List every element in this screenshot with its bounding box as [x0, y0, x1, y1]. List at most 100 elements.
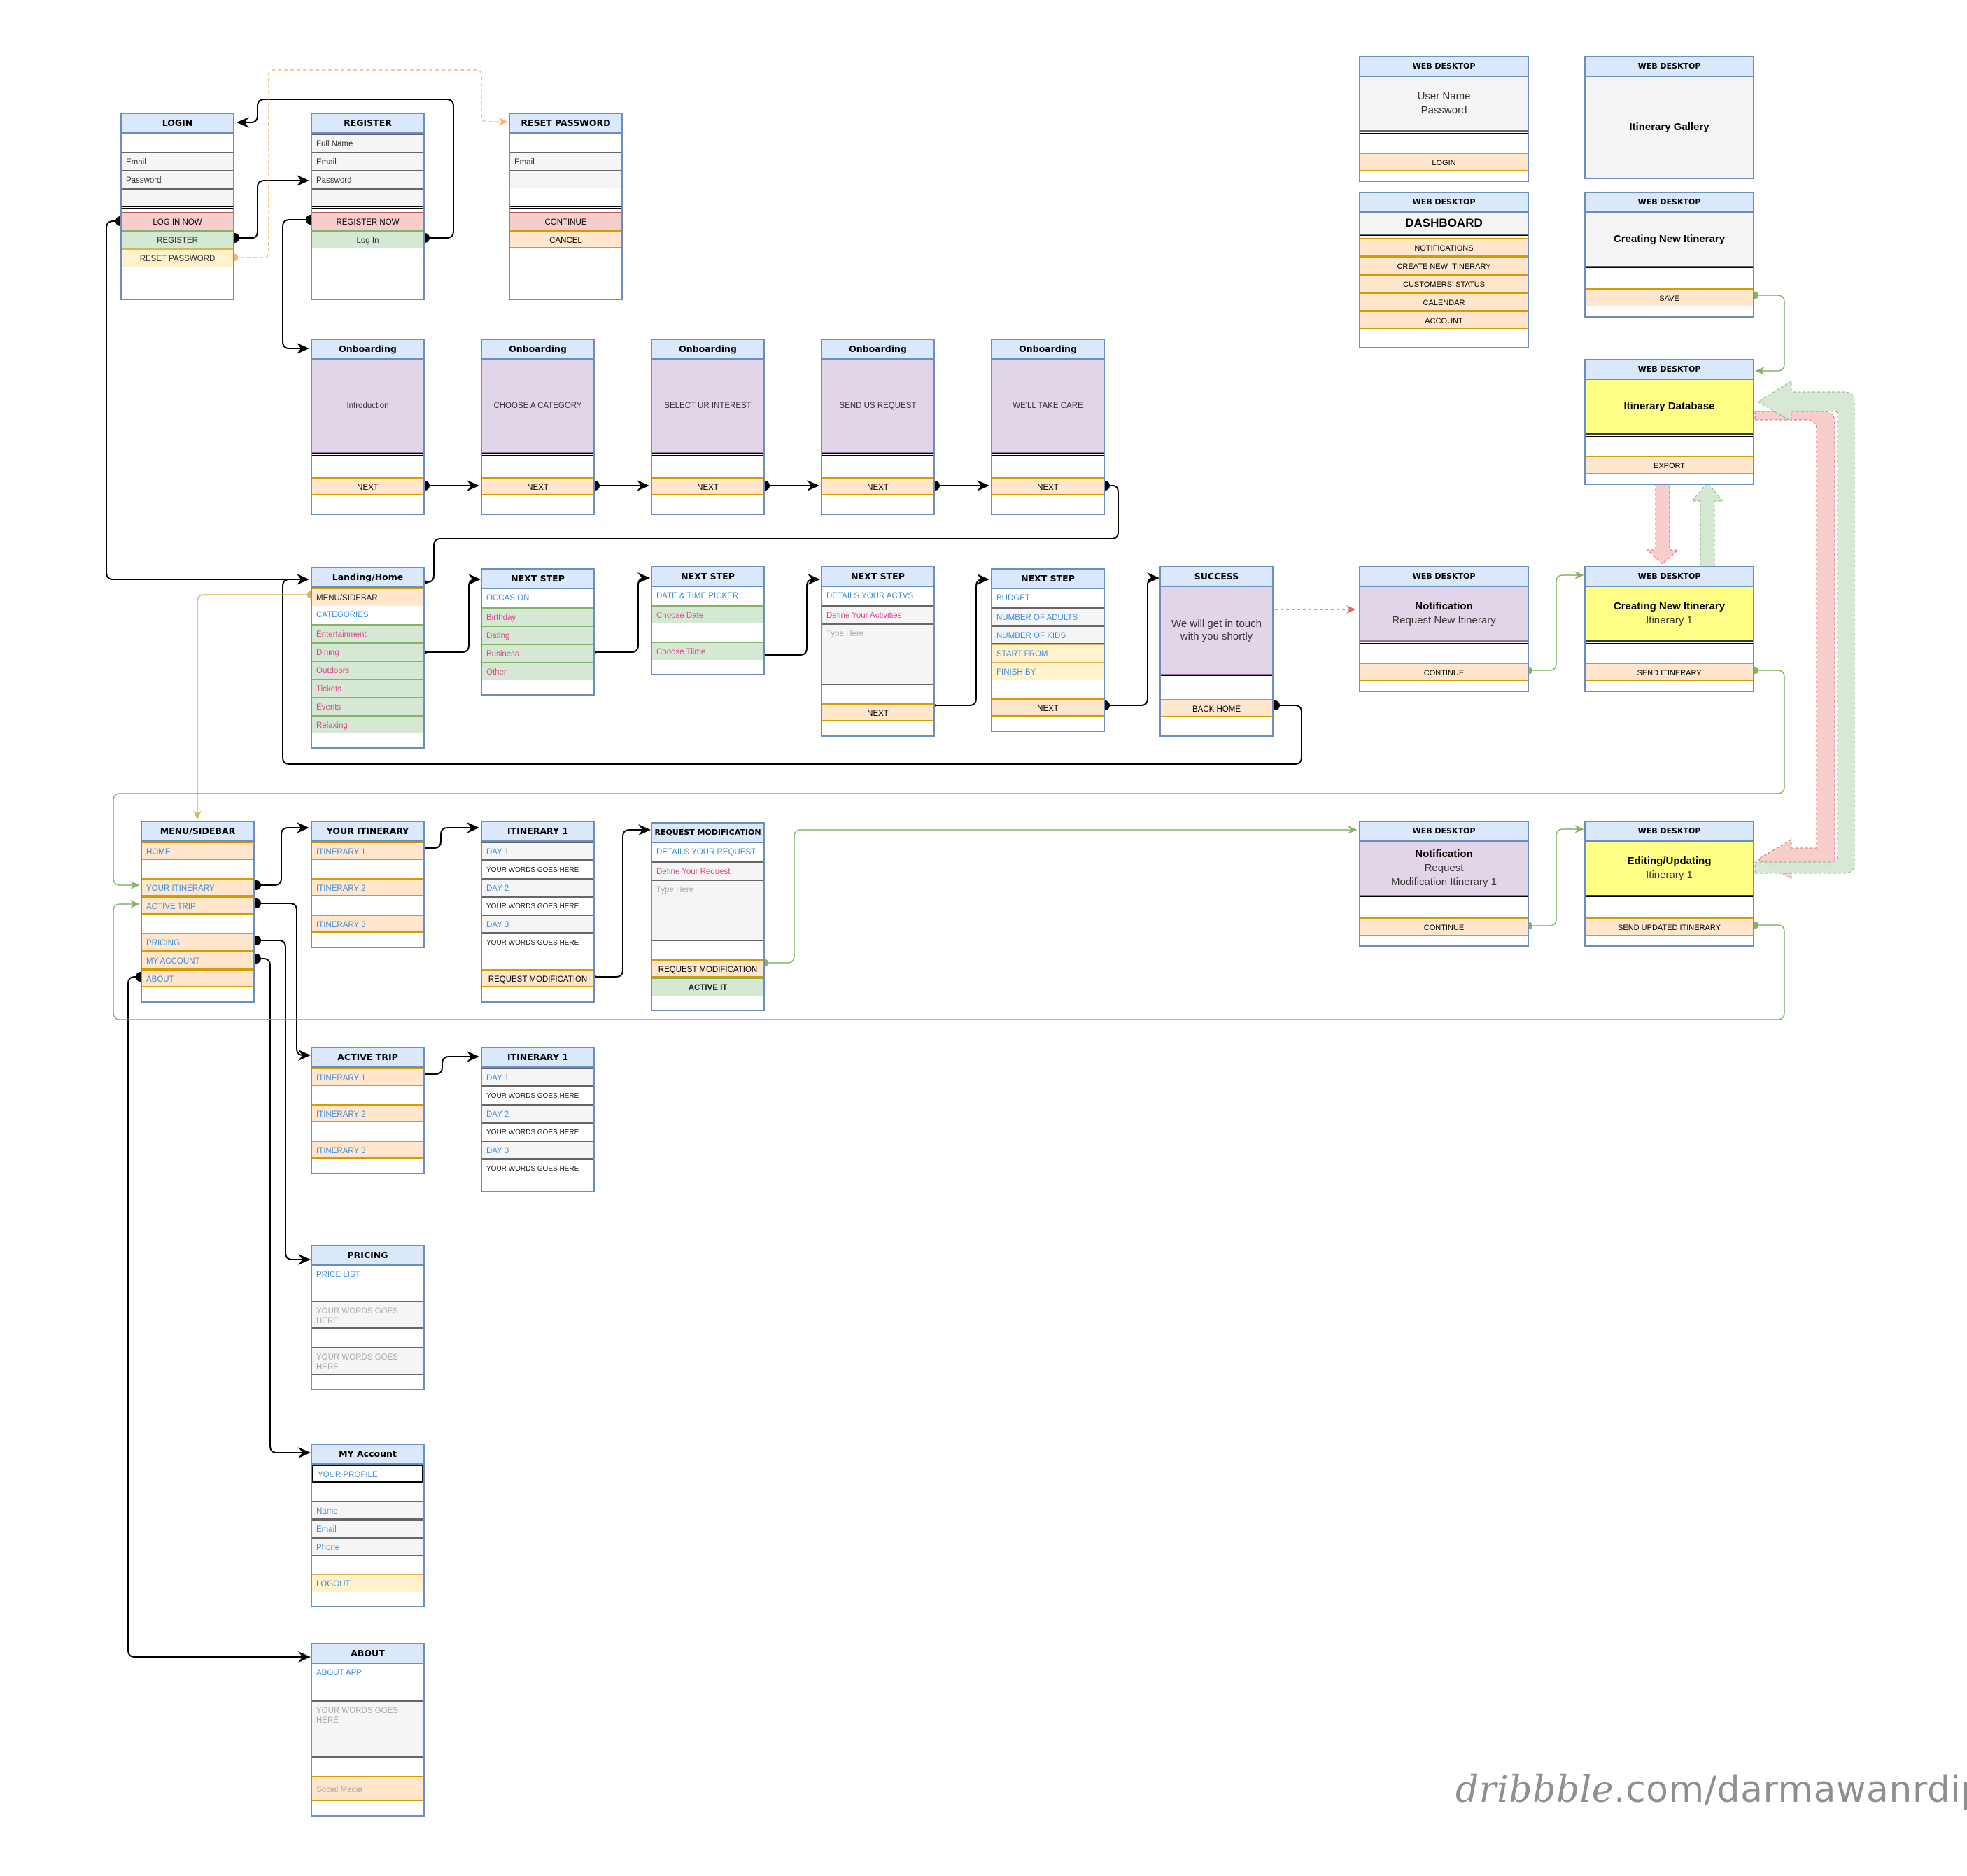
input-finish-by[interactable]: FINISH BY [992, 662, 1104, 680]
spacer [1586, 644, 1753, 663]
divider [652, 453, 763, 459]
button-other[interactable]: Other [482, 662, 593, 680]
web-desktop-creating-itinerary-1: WEB DESKTOP Creating New Itinerary Itinera… [1584, 566, 1754, 692]
button-itinerary-2[interactable]: ITINERARY 2 [312, 878, 423, 896]
menu-item-customers-status[interactable]: CUSTOMERS' STATUS [1360, 274, 1528, 292]
divider [312, 206, 423, 212]
panel: Itinerary Gallery [1586, 77, 1753, 178]
button-request-modification[interactable]: REQUEST MODIFICATION [482, 969, 593, 987]
menu-item-calendar[interactable]: CALENDAR [1360, 292, 1528, 311]
button-continue[interactable]: CONTINUE [1360, 917, 1528, 936]
button-choose-date[interactable]: Choose Date [652, 605, 763, 623]
button-tickets[interactable]: Tickets [312, 679, 423, 697]
button-dining[interactable]: Dining [312, 642, 423, 661]
input-type-here[interactable]: Type Here [652, 880, 763, 941]
panel-subtitle: Modification Itinerary 1 [1391, 876, 1497, 888]
panel-title: Notification [1415, 848, 1473, 860]
button-itinerary-2[interactable]: ITINERARY 2 [312, 1104, 423, 1122]
button-cancel[interactable]: CANCEL [510, 230, 621, 248]
input-email[interactable]: Email [312, 1519, 423, 1537]
button-next[interactable]: NEXT [822, 703, 933, 721]
panel-text: SELECT UR INTEREST [652, 360, 763, 453]
button-events[interactable]: Events [312, 697, 423, 715]
spacer [312, 933, 423, 947]
menu-item-create-new-itinerary[interactable]: CREATE NEW ITINERARY [1360, 256, 1528, 274]
spacer [652, 660, 763, 674]
input-phone[interactable]: Phone [312, 1537, 423, 1556]
button-outdoors[interactable]: Outdoors [312, 661, 423, 679]
panel-line: User Name [1417, 90, 1471, 102]
button-about[interactable]: ABOUT [142, 969, 253, 987]
button-save[interactable]: SAVE [1586, 288, 1753, 306]
button-reset-password[interactable]: RESET PASSWORD [122, 248, 233, 267]
button-next[interactable]: NEXT [822, 477, 933, 495]
button-itinerary-3[interactable]: ITINERARY 3 [312, 915, 423, 933]
screen-your-itinerary: YOUR ITINERARY ITINERARY 1 ITINERARY 2 ITIN… [311, 821, 425, 948]
button-menu-sidebar[interactable]: MENU/SIDEBAR [312, 588, 423, 606]
panel-subtitle: Request New Itinerary [1392, 614, 1496, 626]
button-pricing[interactable]: PRICING [142, 933, 253, 951]
button-log-in[interactable]: Log In [312, 230, 423, 248]
spacer [510, 170, 621, 188]
input-type-here[interactable]: Type Here [822, 623, 933, 685]
label-your-words-goes-here: YOUR WORDS GOES HERE [482, 896, 593, 915]
spacer [482, 680, 593, 694]
button-my-account[interactable]: MY ACCOUNT [142, 951, 253, 969]
menu-item-notifications[interactable]: NOTIFICATIONS [1360, 238, 1528, 256]
spacer [510, 267, 621, 285]
label-price-list: PRICE LIST [316, 1271, 360, 1279]
input-number-of-kids[interactable]: NUMBER OF KIDS [992, 626, 1104, 644]
button-export[interactable]: EXPORT [1586, 456, 1753, 474]
button-send-itinerary[interactable]: SEND ITINERARY [1586, 663, 1753, 681]
button-itinerary-1[interactable]: ITINERARY 1 [312, 1068, 423, 1086]
button-request-modification[interactable]: REQUEST MODIFICATION [652, 959, 763, 978]
spacer [312, 733, 423, 747]
divider [992, 453, 1104, 459]
button-login[interactable]: LOGIN [1360, 153, 1528, 171]
button-birthday[interactable]: Birthday [482, 607, 593, 626]
spacer [992, 717, 1104, 731]
button-back-home[interactable]: BACK HOME [1161, 699, 1272, 717]
label-email: Email [312, 152, 423, 170]
button-next[interactable]: NEXT [652, 477, 763, 495]
button-next[interactable]: NEXT [992, 477, 1104, 495]
screen-title: ABOUT [312, 1644, 423, 1664]
button-logout[interactable]: LOGOUT [312, 1574, 423, 1592]
button-relaxing[interactable]: Relaxing [312, 715, 423, 733]
input-start-from[interactable]: START FROM [992, 644, 1104, 662]
spacer [312, 248, 423, 267]
button-entertainment[interactable]: Entertainment [312, 624, 423, 642]
button-business[interactable]: Business [482, 644, 593, 662]
web-desktop-database: WEB DESKTOP Itinerary Database EXPORT [1584, 359, 1754, 485]
input-name[interactable]: Name [312, 1501, 423, 1519]
button-social-media[interactable]: Social Media [312, 1776, 423, 1801]
button-register-now[interactable]: REGISTER NOW [312, 212, 423, 230]
screen-title: WEB DESKTOP [1586, 193, 1753, 213]
button-continue[interactable]: CONTINUE [1360, 663, 1528, 681]
button-dating[interactable]: Dating [482, 626, 593, 644]
web-desktop-notification-new: WEB DESKTOP Notification Request New Itine… [1359, 566, 1529, 692]
spacer [510, 285, 621, 299]
web-desktop-editing: WEB DESKTOP Editing/Updating Itinerary 1 SE… [1584, 821, 1754, 947]
button-continue[interactable]: CONTINUE [510, 212, 621, 230]
input-number-of-adults[interactable]: NUMBER OF ADULTS [992, 607, 1104, 626]
spacer [822, 721, 933, 735]
panel-text: We will get in touch with you shortly [1161, 587, 1272, 675]
button-next[interactable]: NEXT [992, 698, 1104, 717]
button-choose-tiime[interactable]: Choose Tiime [652, 642, 763, 660]
button-home[interactable]: HOME [142, 842, 253, 860]
button-itinerary-3[interactable]: ITINERARY 3 [312, 1141, 423, 1159]
button-send-updated-itinerary[interactable]: SEND UPDATED ITINERARY [1586, 917, 1753, 936]
spacer [312, 495, 423, 514]
screen-title: SUCCESS [1161, 567, 1272, 587]
button-next[interactable]: NEXT [312, 477, 423, 495]
button-your-itinerary[interactable]: YOUR ITINERARY [142, 878, 253, 896]
button-itinerary-1[interactable]: ITINERARY 1 [312, 842, 423, 860]
button-log-in-now[interactable]: LOG IN NOW [122, 212, 233, 230]
button-active-trip[interactable]: ACTIVE TRIP [142, 896, 253, 915]
button-active-it[interactable]: ACTIVE IT [652, 978, 763, 996]
screen-active-trip: ACTIVE TRIP ITINERARY 1 ITINERARY 2 ITINERA… [311, 1047, 425, 1174]
button-register[interactable]: REGISTER [122, 230, 233, 248]
menu-item-account[interactable]: ACCOUNT [1360, 311, 1528, 329]
button-next[interactable]: NEXT [482, 477, 593, 495]
